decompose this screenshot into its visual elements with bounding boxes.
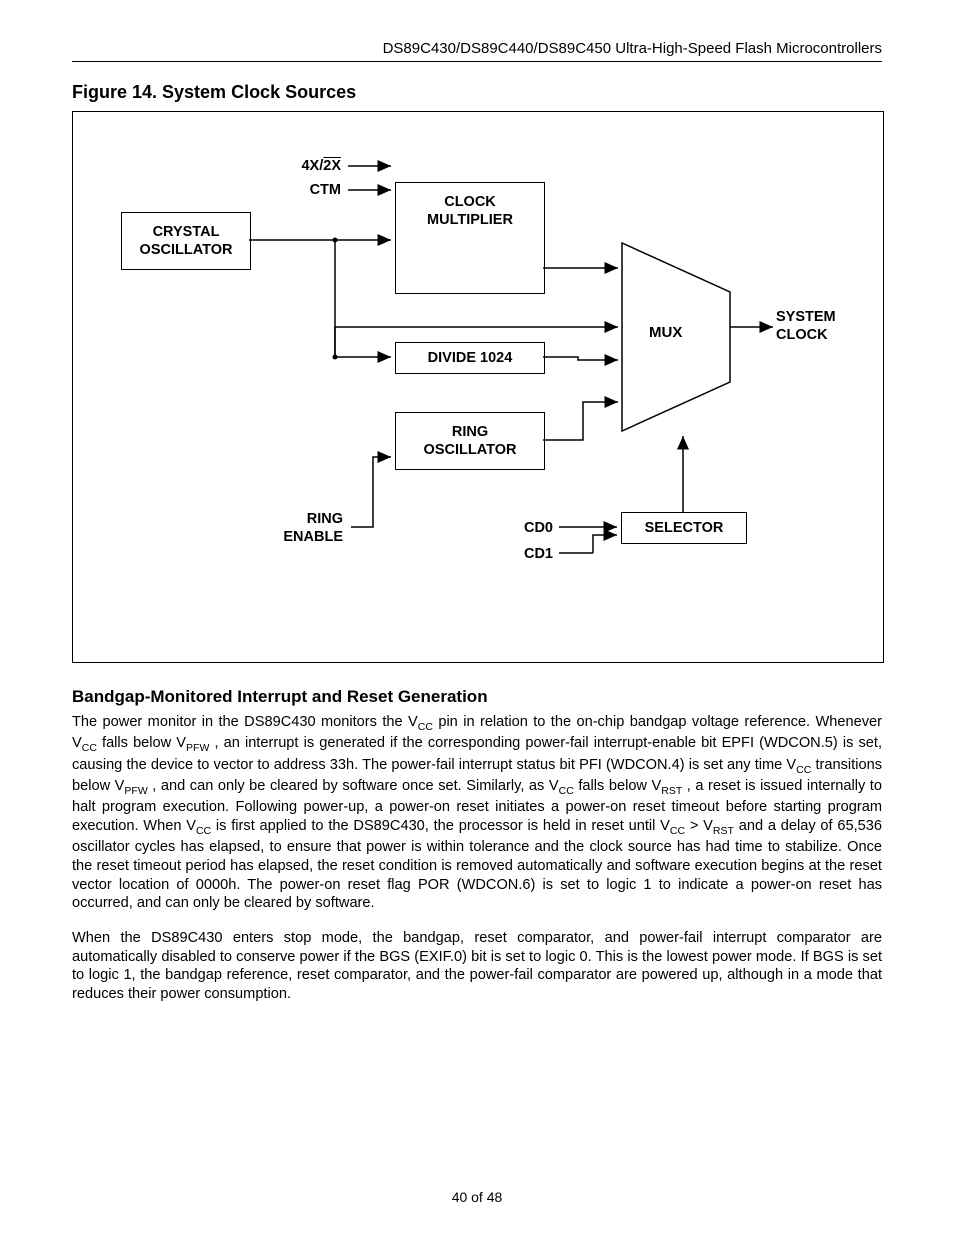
label: CRYSTAL bbox=[153, 223, 220, 241]
label: RING bbox=[452, 423, 488, 441]
label: MUX bbox=[649, 324, 682, 341]
divide-1024-block: DIVIDE 1024 bbox=[395, 342, 545, 374]
label: DIVIDE 1024 bbox=[428, 349, 513, 367]
figure-title: Figure 14. System Clock Sources bbox=[72, 82, 882, 103]
label: MULTIPLIER bbox=[427, 212, 513, 228]
crystal-oscillator-block: CRYSTAL OSCILLATOR bbox=[121, 212, 251, 270]
ring-oscillator-block: RING OSCILLATOR bbox=[395, 412, 545, 470]
system-clock-diagram: CRYSTAL OSCILLATOR CLOCK MULTIPLIER DIVI… bbox=[72, 111, 884, 663]
paragraph-1: The power monitor in the DS89C430 monito… bbox=[72, 713, 882, 913]
clock-multiplier-block: CLOCK MULTIPLIER bbox=[395, 182, 545, 294]
section-title: Bandgap-Monitored Interrupt and Reset Ge… bbox=[72, 687, 882, 707]
mux-block: MUX bbox=[621, 242, 731, 436]
label: OSCILLATOR bbox=[140, 241, 233, 259]
label: CLOCK bbox=[444, 194, 496, 210]
label-system-clock: SYSTEM CLOCK bbox=[776, 308, 871, 344]
paragraph-2: When the DS89C430 enters stop mode, the … bbox=[72, 929, 882, 1004]
label-ctm: CTM bbox=[283, 182, 341, 198]
page-header: DS89C430/DS89C440/DS89C450 Ultra-High-Sp… bbox=[72, 40, 882, 62]
body-text: The power monitor in the DS89C430 monito… bbox=[72, 713, 882, 1004]
label-cd1: CD1 bbox=[493, 546, 553, 562]
label-4x2x: 4X/2X bbox=[283, 158, 341, 174]
label-ring-enable: RING ENABLE bbox=[233, 510, 343, 546]
selector-block: SELECTOR bbox=[621, 512, 747, 544]
label-cd0: CD0 bbox=[493, 520, 553, 536]
page: DS89C430/DS89C440/DS89C450 Ultra-High-Sp… bbox=[0, 0, 954, 1235]
label: OSCILLATOR bbox=[424, 441, 517, 459]
label: SELECTOR bbox=[645, 519, 724, 537]
page-footer: 40 of 48 bbox=[0, 1189, 954, 1205]
